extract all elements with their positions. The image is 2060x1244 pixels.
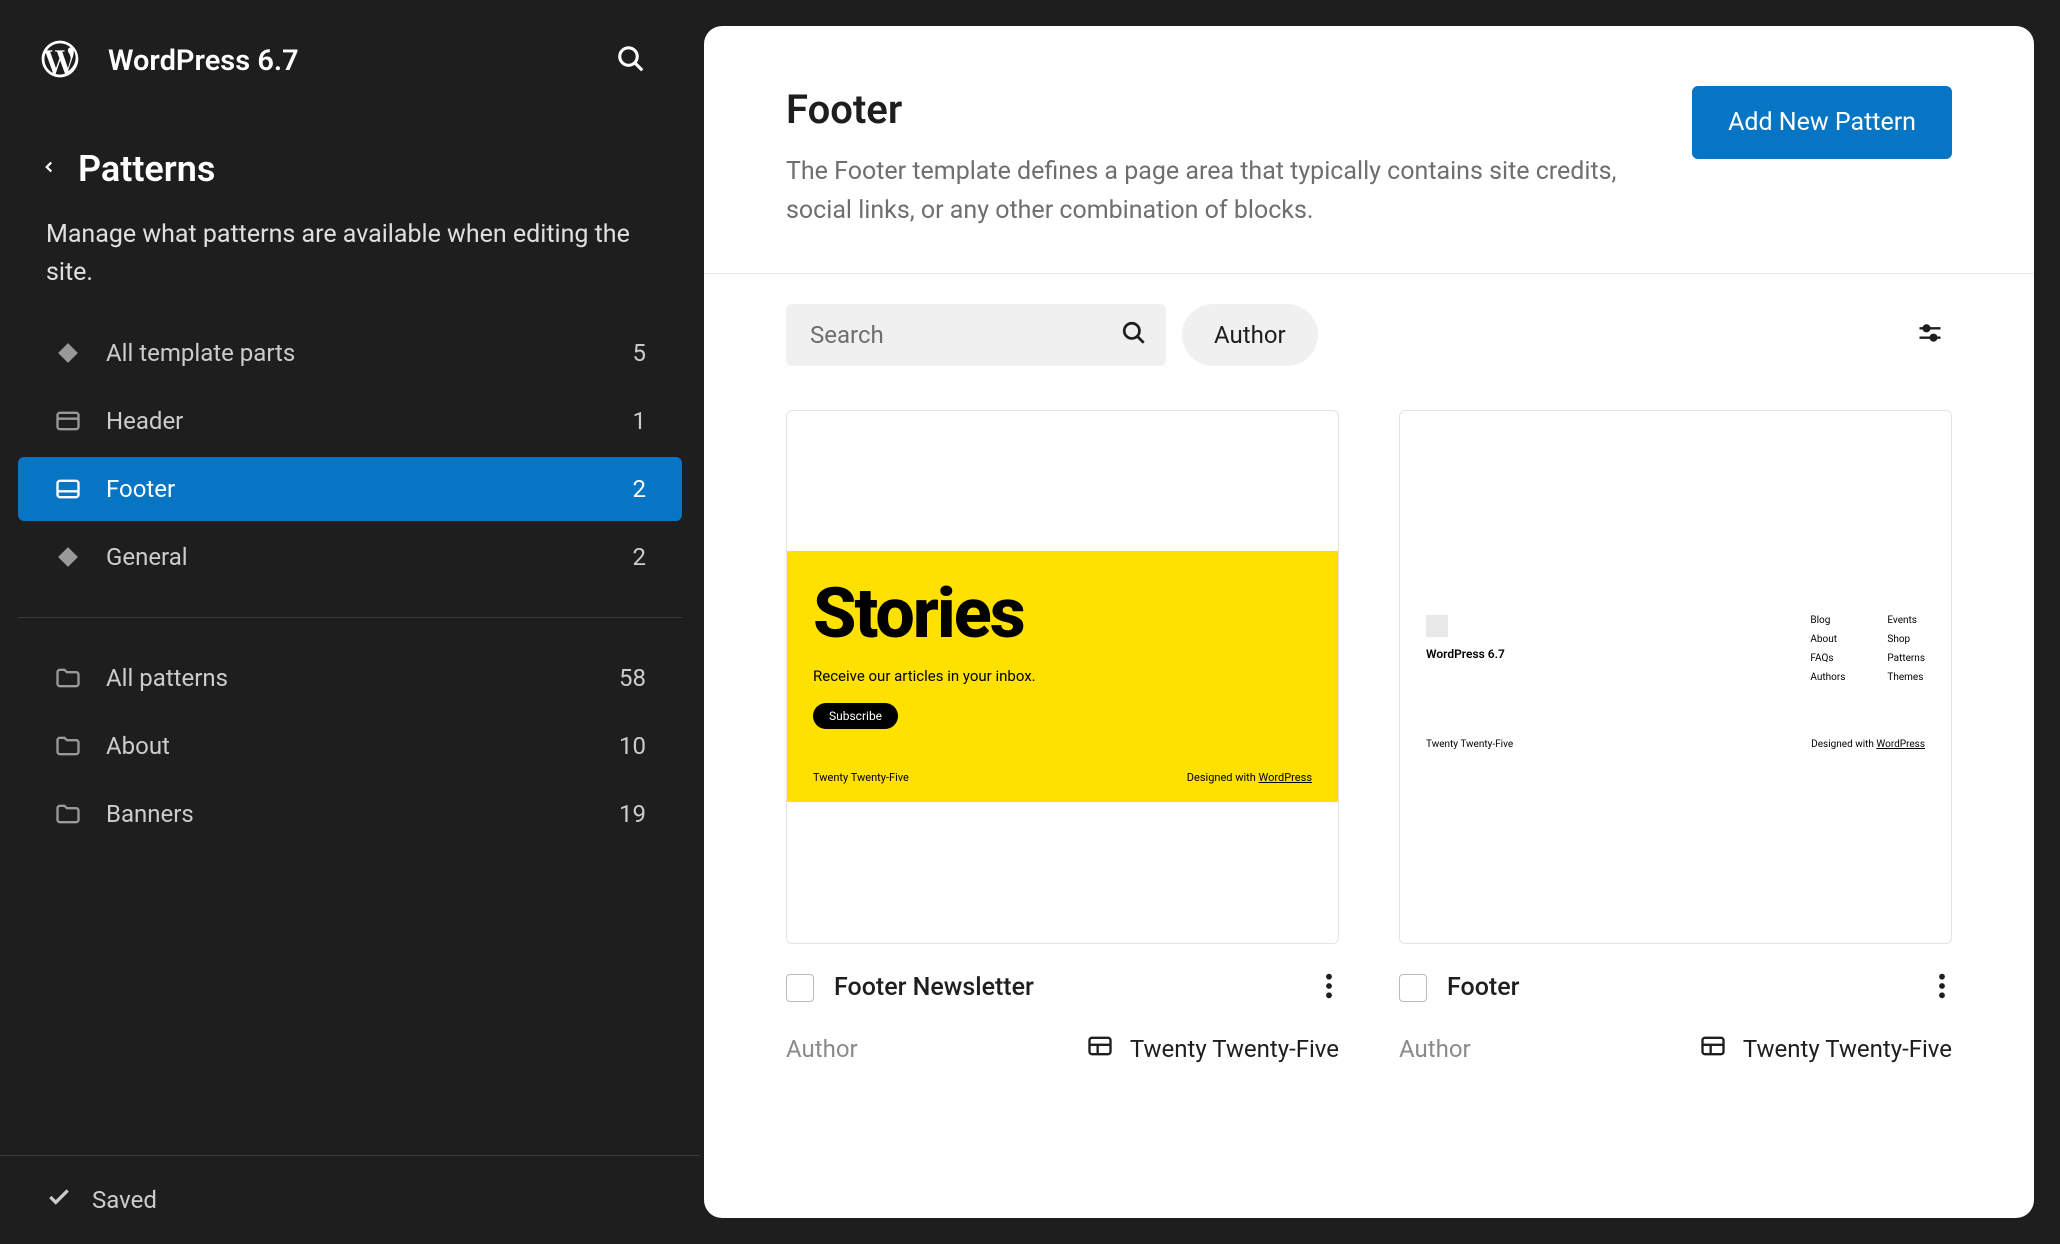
search-box[interactable] — [786, 304, 1166, 366]
author-value: Twenty Twenty-Five — [1086, 1032, 1339, 1066]
nav-banners[interactable]: Banners 19 — [18, 782, 682, 846]
add-new-pattern-button[interactable]: Add New Pattern — [1692, 86, 1952, 159]
preview-tagline: Receive our articles in your inbox. — [813, 667, 1312, 685]
diamond-icon — [54, 339, 82, 367]
pattern-preview[interactable]: WordPress 6.7 BlogAboutFAQsAuthors Event… — [1399, 410, 1952, 944]
pattern-card: WordPress 6.7 BlogAboutFAQsAuthors Event… — [1399, 410, 1952, 1066]
chevron-left-icon — [40, 158, 58, 180]
pattern-title[interactable]: Footer Newsletter — [834, 973, 1299, 1002]
preview-col: BlogAboutFAQsAuthors — [1810, 615, 1845, 683]
folder-icon — [54, 732, 82, 760]
nav-general[interactable]: General 2 — [18, 525, 682, 589]
pattern-preview[interactable]: Stories Receive our articles in your inb… — [786, 410, 1339, 944]
preview-logo — [1426, 615, 1448, 637]
divider — [18, 617, 682, 618]
page-title: Footer — [786, 86, 1652, 133]
nav-about[interactable]: About 10 — [18, 714, 682, 778]
main-content: Footer The Footer template defines a pag… — [700, 0, 2060, 1244]
layout-footer-icon — [54, 475, 82, 503]
nav-all-template-parts[interactable]: All template parts 5 — [18, 321, 682, 385]
page-description: The Footer template defines a page area … — [786, 153, 1652, 231]
folder-icon — [54, 800, 82, 828]
preview-stitle: WordPress 6.7 — [1426, 647, 1505, 661]
theme-icon — [1699, 1032, 1727, 1066]
section-title: Patterns — [78, 148, 215, 190]
sidebar: WordPress 6.7 Patterns Manage what patte… — [0, 0, 700, 1244]
author-filter-chip[interactable]: Author — [1182, 304, 1318, 366]
layout-header-icon — [54, 407, 82, 435]
pattern-actions-button[interactable] — [1319, 966, 1339, 1010]
search-input[interactable] — [810, 321, 1121, 349]
diamond-icon — [54, 543, 82, 571]
author-label: Author — [786, 1035, 858, 1063]
pattern-card: Stories Receive our articles in your inb… — [786, 410, 1339, 1066]
view-options-button[interactable] — [1908, 311, 1952, 359]
nav-footer[interactable]: Footer 2 — [18, 457, 682, 521]
sidebar-header: WordPress 6.7 — [0, 0, 700, 122]
preview-col: EventsShopPatternsThemes — [1887, 615, 1925, 683]
search-button[interactable] — [608, 36, 654, 86]
preview-heading: Stories — [813, 581, 1312, 648]
saved-label: Saved — [92, 1186, 157, 1214]
pattern-title[interactable]: Footer — [1447, 973, 1912, 1002]
author-value: Twenty Twenty-Five — [1699, 1032, 1952, 1066]
search-icon — [1121, 320, 1147, 350]
author-label: Author — [1399, 1035, 1471, 1063]
theme-icon — [1086, 1032, 1114, 1066]
pattern-actions-button[interactable] — [1932, 966, 1952, 1010]
site-title[interactable]: WordPress 6.7 — [108, 44, 299, 78]
pattern-checkbox[interactable] — [1399, 974, 1427, 1002]
check-icon — [46, 1184, 72, 1216]
patterns-header[interactable]: Patterns — [18, 122, 682, 216]
wordpress-logo-icon[interactable] — [38, 37, 82, 85]
nav-header[interactable]: Header 1 — [18, 389, 682, 453]
nav-all-patterns[interactable]: All patterns 58 — [18, 646, 682, 710]
section-description: Manage what patterns are available when … — [0, 216, 700, 321]
save-status: Saved — [0, 1155, 700, 1244]
folder-icon — [54, 664, 82, 692]
preview-subscribe: Subscribe — [813, 703, 898, 729]
panel: Footer The Footer template defines a pag… — [704, 26, 2034, 1218]
pattern-checkbox[interactable] — [786, 974, 814, 1002]
